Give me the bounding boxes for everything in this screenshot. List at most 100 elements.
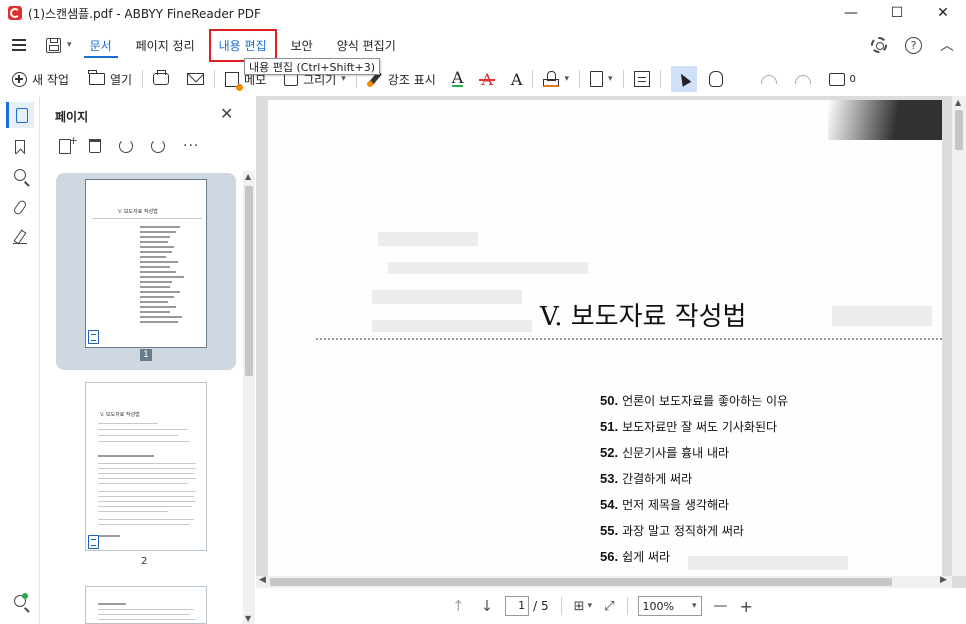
tab-form-editor[interactable]: 양식 편집기 — [331, 33, 402, 58]
document-page[interactable]: V. 보도자료 작성법 50. 언론이 보도자료를 좋아하는 이유 51. 보도… — [268, 100, 942, 576]
page-icon — [15, 107, 28, 123]
document-vertical-scrollbar[interactable]: ▲ — [952, 96, 966, 576]
more-options-icon[interactable]: ··· — [183, 138, 199, 154]
scroll-right-icon[interactable]: ▶ — [940, 575, 947, 585]
menu-bar: ▾ 문서 페이지 정리 내용 편집 보안 양식 편집기 ? ︿ — [0, 28, 966, 62]
sidebar-item-signatures[interactable] — [6, 224, 34, 250]
add-page-icon[interactable] — [59, 134, 78, 154]
insert-text-a-icon: A — [510, 69, 523, 89]
page-number-input[interactable]: 1 — [505, 596, 530, 616]
tab-document[interactable]: 문서 — [83, 33, 118, 58]
strikethrough-a-icon: A — [479, 69, 495, 89]
scroll-down-icon[interactable]: ▼ — [245, 614, 251, 623]
hand-icon — [708, 71, 723, 87]
zoom-select[interactable]: 100% ▾ — [637, 596, 702, 616]
scroll-up-icon[interactable]: ▲ — [245, 172, 251, 181]
pages-panel-scroll-thumb[interactable] — [245, 186, 253, 376]
horizontal-scroll-thumb[interactable] — [270, 578, 892, 586]
toc-number: 55. — [600, 523, 619, 538]
tab-security[interactable]: 보안 — [285, 33, 319, 58]
rotate-right-icon[interactable] — [151, 139, 165, 153]
compare-documents-icon — [633, 71, 650, 87]
document-horizontal-scrollbar[interactable]: ◀ ▶ — [256, 575, 952, 588]
settings-gear-icon[interactable] — [871, 37, 887, 53]
recognized-text-icon — [88, 330, 99, 344]
stamp-button[interactable]: ▾ — [543, 71, 569, 87]
minimize-button[interactable]: — — [828, 0, 874, 26]
new-task-button[interactable]: 새 작업 — [12, 71, 69, 88]
next-page-arrow-icon[interactable]: ↓ — [481, 597, 494, 615]
undo-button[interactable] — [760, 74, 777, 84]
search-icon — [14, 169, 26, 181]
print-button[interactable] — [153, 70, 170, 85]
zoom-out-button[interactable]: — — [714, 598, 728, 614]
select-tool-button[interactable] — [670, 66, 697, 92]
document-scroll-thumb[interactable] — [955, 110, 963, 150]
compare-button[interactable] — [633, 71, 650, 87]
sidebar-item-pages[interactable] — [6, 102, 34, 128]
previous-page-arrow-icon[interactable]: ↑ — [452, 597, 465, 615]
redo-icon — [794, 74, 811, 84]
open-button[interactable]: 열기 — [88, 70, 132, 88]
collapse-ribbon-chevron-up-icon[interactable]: ︿ — [940, 35, 954, 55]
side-rail — [0, 96, 40, 624]
close-panel-icon[interactable]: ✕ — [220, 104, 233, 123]
page-thumbnail-1[interactable]: V. 보도자료 작성법 — [85, 179, 207, 348]
toc-number: 50. — [600, 393, 619, 408]
toc-text: 과장 말고 정직하게 써라 — [622, 524, 744, 538]
window-title: (1)스캔샘플.pdf - ABBYY FineReader PDF — [28, 6, 261, 21]
rotate-left-icon[interactable] — [119, 139, 133, 153]
sidebar-item-attachments[interactable] — [6, 194, 34, 220]
save-icon[interactable] — [46, 37, 61, 53]
document-tools-dropdown-chevron-icon: ▾ — [607, 74, 613, 84]
help-icon[interactable]: ? — [905, 36, 922, 54]
toc-number: 51. — [600, 419, 619, 434]
insert-text-button[interactable]: A — [511, 70, 523, 89]
toc-number: 54. — [600, 497, 619, 512]
toc-text: 언론이 보도자료를 좋아하는 이유 — [622, 394, 789, 408]
sidebar-item-search[interactable] — [6, 162, 34, 188]
toolbar-divider — [214, 70, 216, 88]
page-thumbnail-3[interactable] — [85, 586, 207, 624]
zoom-in-button[interactable]: + — [740, 597, 753, 616]
toc-text: 보도자료만 잘 써도 기사화된다 — [622, 420, 778, 434]
scan-shadow — [828, 100, 942, 140]
redo-button[interactable] — [794, 74, 811, 84]
page-layout-icon[interactable]: ⊞ — [574, 599, 585, 614]
tab-edit-content[interactable]: 내용 편집 — [208, 28, 277, 62]
toc-number: 52. — [600, 445, 619, 460]
printer-icon — [153, 70, 170, 85]
fit-page-icon[interactable]: ⤢ — [604, 599, 614, 614]
toc-text: 쉽게 써라 — [622, 550, 671, 564]
toolbar-divider — [578, 70, 580, 88]
page-thumbnail-2[interactable]: V. 보도자료 작성법 — [85, 382, 207, 551]
draw-dropdown-chevron-icon: ▾ — [341, 74, 346, 84]
close-window-button[interactable]: ✕ — [920, 0, 966, 26]
stamp-icon — [543, 71, 560, 87]
page-total: / 5 — [533, 599, 549, 613]
scroll-up-icon[interactable]: ▲ — [955, 98, 961, 107]
toolbar-divider — [532, 70, 534, 88]
toc-number: 56. — [600, 549, 619, 564]
hand-tool-button[interactable] — [708, 71, 723, 87]
sidebar-item-bookmarks[interactable] — [6, 134, 34, 160]
delete-page-icon[interactable] — [89, 139, 101, 153]
pages-panel: 페이지 ✕ ··· V. 보도자료 작성법 1 V. 보도자료 작 — [41, 96, 255, 624]
page-layout-chevron-icon[interactable]: ▾ — [588, 601, 593, 611]
document-tools-button[interactable]: ▾ — [589, 71, 613, 87]
comments-button[interactable]: 0 — [828, 72, 856, 86]
status-divider — [560, 597, 562, 615]
toc-item: 53. 간결하게 써라 — [600, 470, 788, 496]
hamburger-menu-icon[interactable] — [12, 39, 28, 51]
pages-panel-scrollbar[interactable]: ▲ ▼ — [243, 171, 255, 624]
strikethrough-text-button[interactable]: A — [479, 69, 495, 89]
sidebar-item-text-recognition[interactable] — [6, 588, 34, 614]
mail-icon — [187, 73, 205, 85]
maximize-button[interactable]: ☐ — [874, 0, 920, 26]
underline-text-button[interactable]: A — [451, 70, 464, 87]
zoom-dropdown-chevron-icon: ▾ — [691, 601, 697, 611]
email-button[interactable] — [187, 73, 205, 85]
scroll-left-icon[interactable]: ◀ — [259, 575, 266, 585]
save-dropdown-chevron-icon[interactable]: ▾ — [67, 40, 72, 50]
tab-organize-pages[interactable]: 페이지 정리 — [130, 33, 201, 58]
